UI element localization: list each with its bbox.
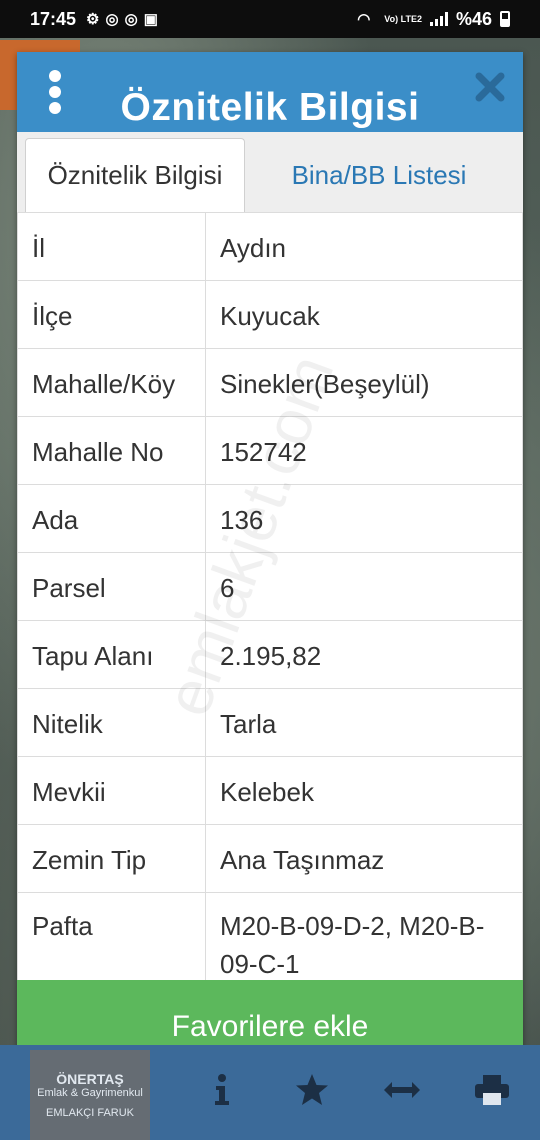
- table-row: Pafta M20-B-09-D-2, M20-B-09-C-1: [17, 892, 523, 982]
- attribute-value: Sinekler(Beşeylül): [220, 369, 430, 399]
- table-row: Mevkii Kelebek: [17, 756, 523, 825]
- attribute-value-cell: Kuyucak: [205, 280, 523, 349]
- status-bar: 17:45 ⚙ ◎ ◎ ▣ ◠ Vo) LTE2 %46: [0, 0, 540, 38]
- attribute-key: Ada: [32, 505, 79, 535]
- table-row: Parsel 6: [17, 552, 523, 621]
- attribute-key: Parsel: [32, 573, 106, 603]
- attribute-key: İlçe: [32, 301, 73, 331]
- attribute-value: Kuyucak: [220, 301, 320, 331]
- battery-icon: [500, 11, 510, 27]
- attribute-key-cell: Nitelik: [17, 688, 206, 757]
- attribute-key-cell: Ada: [17, 484, 206, 553]
- attribute-value: Aydın: [220, 233, 287, 263]
- attribute-value: Ana Taşınmaz: [220, 845, 385, 875]
- settings-notification-icon: ⚙: [86, 11, 100, 28]
- attribute-value-cell: 136: [205, 484, 523, 553]
- attribute-key-cell: Zemin Tip: [17, 824, 206, 893]
- attribute-key-cell: Mahalle/Köy: [17, 348, 206, 417]
- attribute-key: Mevkii: [32, 777, 106, 807]
- attribute-key-cell: Tapu Alanı: [17, 620, 206, 689]
- attribute-value: 2.195,82: [220, 641, 322, 671]
- agency-logo: ÖNERTAŞ Emlak & Gayrimenkul EMLAKÇI FARU…: [30, 1050, 150, 1140]
- attribute-key: Pafta: [32, 911, 93, 941]
- attribute-value: Kelebek: [220, 777, 314, 807]
- table-row: Mahalle No 152742: [17, 416, 523, 485]
- attribute-value-cell: Tarla: [205, 688, 523, 757]
- tab-bar: Öznitelik Bilgisi Bina/BB Listesi: [17, 132, 523, 213]
- star-icon[interactable]: [292, 1070, 332, 1110]
- attribute-key-cell: Parsel: [17, 552, 206, 621]
- table-row: Mahalle/Köy Sinekler(Beşeylül): [17, 348, 523, 417]
- close-icon[interactable]: [473, 70, 507, 104]
- network-label: Vo) LTE2: [384, 13, 422, 24]
- attribute-key: Mahalle No: [32, 437, 164, 467]
- attribute-value-cell: 6: [205, 552, 523, 621]
- attribute-key-cell: İl: [17, 212, 206, 281]
- status-time: 17:45: [30, 8, 77, 29]
- attribute-key: Mahalle/Köy: [32, 369, 176, 399]
- wifi-icon: ◠: [357, 11, 371, 28]
- attribute-value-cell: 2.195,82: [205, 620, 523, 689]
- attribute-key-cell: İlçe: [17, 280, 206, 349]
- attribute-value: Tarla: [220, 709, 277, 739]
- attribute-value: M20-B-09-D-2, M20-B-09-C-1: [220, 911, 485, 979]
- attribute-value-cell: Kelebek: [205, 756, 523, 825]
- attribute-value-cell: 152742: [205, 416, 523, 485]
- attribute-key-cell: Pafta: [17, 892, 206, 982]
- info-icon[interactable]: [202, 1070, 242, 1110]
- instagram-notification-icon-2: ◎: [124, 11, 138, 28]
- attribute-key: Zemin Tip: [32, 845, 147, 875]
- measure-icon[interactable]: [382, 1070, 422, 1110]
- attribute-value-cell: Sinekler(Beşeylül): [205, 348, 523, 417]
- attribute-key: İl: [32, 233, 45, 263]
- tab-attribute-info[interactable]: Öznitelik Bilgisi: [25, 138, 245, 212]
- attribute-value-cell: Ana Taşınmaz: [205, 824, 523, 893]
- signal-icon: [429, 12, 448, 26]
- attribute-key: Tapu Alanı: [32, 641, 154, 671]
- attribute-value: 6: [220, 573, 235, 603]
- attribute-key: Nitelik: [32, 709, 103, 739]
- table-row: Zemin Tip Ana Taşınmaz: [17, 824, 523, 893]
- table-row: Nitelik Tarla: [17, 688, 523, 757]
- instagram-notification-icon: ◎: [105, 11, 119, 28]
- battery-percent: %46: [455, 8, 492, 29]
- gallery-notification-icon: ▣: [143, 11, 158, 28]
- attribute-value: 152742: [220, 437, 307, 467]
- attribute-key-cell: Mevkii: [17, 756, 206, 825]
- table-row: İlçe Kuyucak: [17, 280, 523, 349]
- dialog-header: Öznitelik Bilgisi: [17, 52, 523, 132]
- dialog-title: Öznitelik Bilgisi: [120, 86, 420, 129]
- attribute-value: 136: [220, 505, 264, 535]
- print-icon[interactable]: [472, 1070, 512, 1110]
- attribute-key-cell: Mahalle No: [17, 416, 206, 485]
- table-row: Ada 136: [17, 484, 523, 553]
- table-row: İl Aydın: [17, 212, 523, 281]
- attribute-table[interactable]: İl Aydın İlçe Kuyucak Mahalle/Köy Sinekler(Be…: [17, 212, 523, 982]
- attribute-value-cell: M20-B-09-D-2, M20-B-09-C-1: [205, 892, 523, 982]
- attribute-dialog: Öznitelik Bilgisi Öznitelik Bilgisi Bina…: [17, 52, 523, 1074]
- attribute-value-cell: Aydın: [205, 212, 523, 281]
- tab-building-list[interactable]: Bina/BB Listesi: [249, 138, 509, 212]
- table-row: Tapu Alanı 2.195,82: [17, 620, 523, 689]
